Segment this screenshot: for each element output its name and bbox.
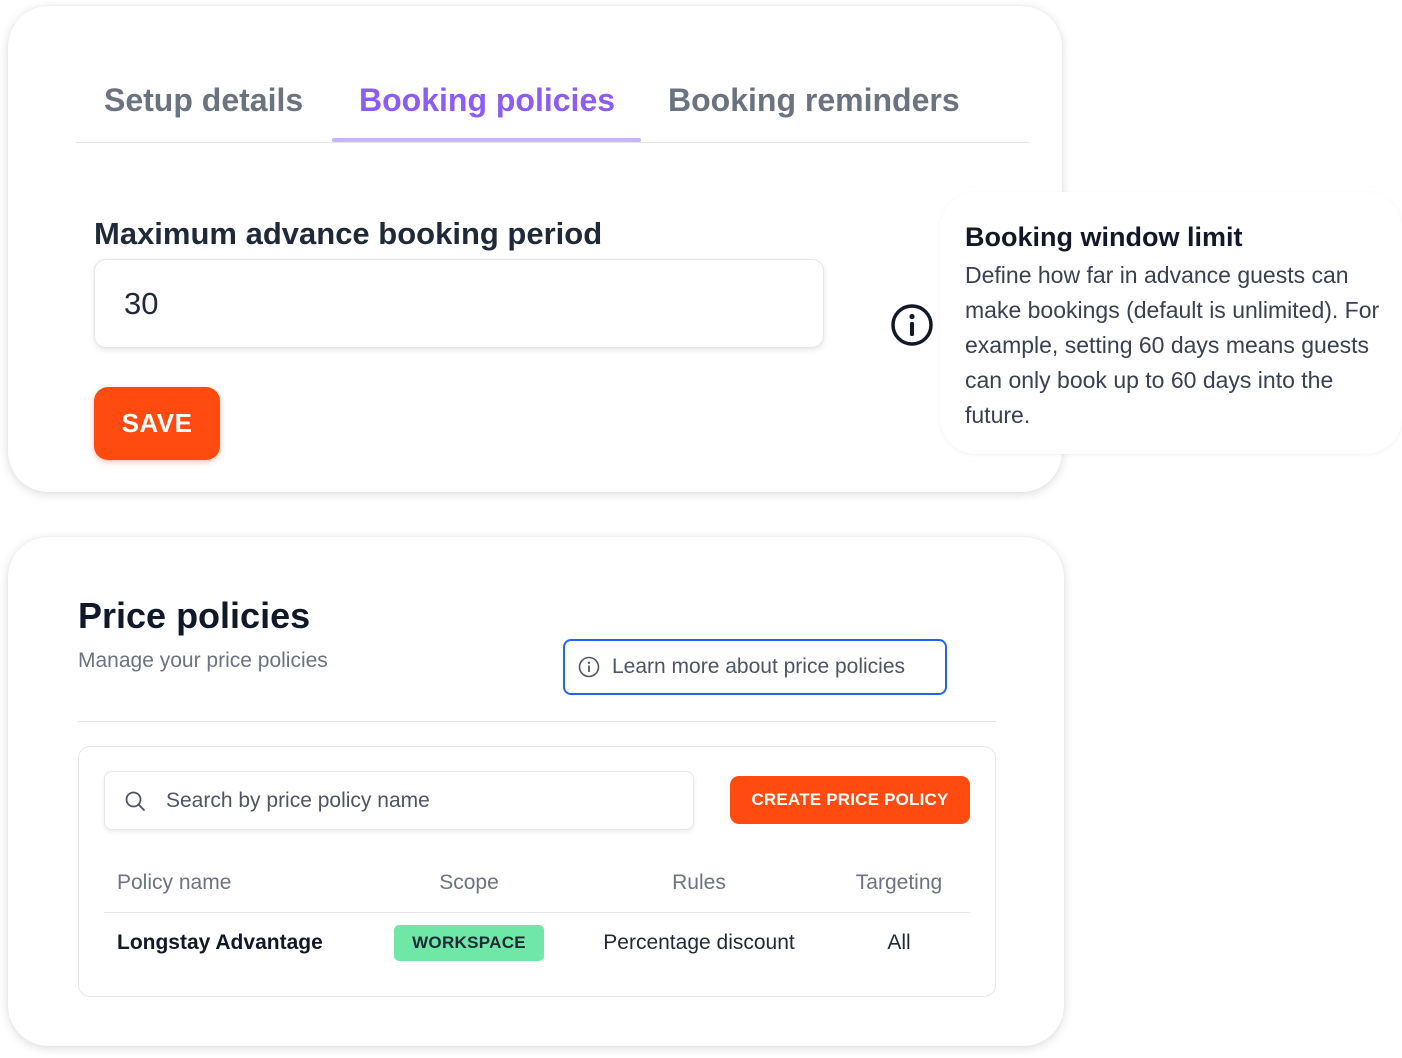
tab-setup-details[interactable]: Setup details xyxy=(104,82,303,119)
tab-booking-policies[interactable]: Booking policies xyxy=(359,82,615,119)
divider xyxy=(78,721,996,722)
page-title: Price policies xyxy=(78,595,311,636)
advance-booking-input[interactable] xyxy=(94,259,824,348)
page: Setup details Booking policies Booking r… xyxy=(0,0,1402,1058)
save-button[interactable]: SAVE xyxy=(94,387,220,460)
price-policies-card: Price policies Manage your price policie… xyxy=(8,537,1064,1046)
table-header: Policy name Scope Rules Targeting xyxy=(104,855,970,913)
tab-bar: Setup details Booking policies Booking r… xyxy=(76,66,1030,143)
search-icon xyxy=(125,791,145,811)
table-row[interactable]: Longstay Advantage WORKSPACE Percentage … xyxy=(104,914,970,974)
tooltip-title: Booking window limit xyxy=(965,222,1243,252)
policy-name-cell[interactable]: Longstay Advantage xyxy=(117,931,323,955)
column-header-policy-name[interactable]: Policy name xyxy=(117,871,231,895)
advance-booking-label: Maximum advance booking period xyxy=(94,216,603,251)
scope-badge: WORKSPACE xyxy=(394,925,544,961)
column-header-rules[interactable]: Rules xyxy=(624,871,774,895)
booking-settings-card: Setup details Booking policies Booking r… xyxy=(8,6,1062,492)
tab-booking-reminders[interactable]: Booking reminders xyxy=(668,82,960,119)
info-circle-icon[interactable] xyxy=(890,303,934,347)
column-header-scope[interactable]: Scope xyxy=(394,871,544,895)
search-box[interactable] xyxy=(104,771,694,830)
learn-more-button[interactable]: Learn more about price policies xyxy=(563,639,947,695)
tooltip-body: Define how far in advance guests can mak… xyxy=(965,262,1380,428)
booking-window-tooltip: Booking window limit Define how far in a… xyxy=(940,192,1402,454)
rules-cell: Percentage discount xyxy=(603,931,795,954)
info-circle-icon xyxy=(578,656,600,678)
price-policies-panel: CREATE PRICE POLICY Policy name Scope Ru… xyxy=(78,746,996,997)
page-subtitle: Manage your price policies xyxy=(78,649,328,672)
create-price-policy-button[interactable]: CREATE PRICE POLICY xyxy=(730,776,970,824)
column-header-targeting[interactable]: Targeting xyxy=(824,871,974,895)
active-tab-indicator xyxy=(332,138,641,142)
targeting-cell: All xyxy=(887,931,911,954)
search-input[interactable] xyxy=(166,788,666,813)
learn-more-label: Learn more about price policies xyxy=(612,655,905,678)
